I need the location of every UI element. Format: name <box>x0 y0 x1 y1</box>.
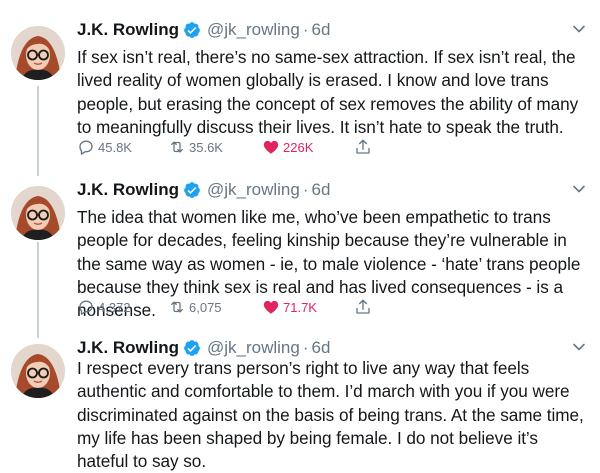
author-handle[interactable]: @jk_rowling <box>207 20 300 40</box>
retweet-icon <box>171 141 183 153</box>
author-name[interactable]: J.K. Rowling <box>77 20 179 40</box>
author-name[interactable]: J.K. Rowling <box>77 338 179 358</box>
author-name[interactable]: J.K. Rowling <box>77 180 179 200</box>
verified-badge-icon <box>183 181 201 199</box>
verified-badge-icon <box>183 339 201 357</box>
heart-icon <box>263 140 279 154</box>
separator-dot: · <box>302 338 309 357</box>
reply-button[interactable]: 45.8K <box>77 137 132 157</box>
tweet-actions: 45.8K 35.6K 226K <box>77 137 377 157</box>
retweet-button[interactable]: 6,075 <box>168 297 222 317</box>
share-icon <box>356 139 370 154</box>
chevron-down-icon[interactable] <box>572 182 586 196</box>
timestamp[interactable]: 6d <box>312 338 331 358</box>
tweet-actions: 4,372 6,075 71.7K <box>77 297 377 317</box>
tweet[interactable]: J.K. Rowling @jk_rowling · 6d I respect … <box>0 336 600 471</box>
tweet[interactable]: J.K. Rowling @jk_rowling · 6d If sex isn… <box>0 18 600 168</box>
retweet-button[interactable]: 35.6K <box>168 137 223 157</box>
avatar[interactable] <box>11 186 65 240</box>
heart-icon <box>263 300 279 314</box>
like-count: 226K <box>283 139 314 155</box>
tweet-header: J.K. Rowling @jk_rowling · 6d <box>77 178 330 202</box>
reply-count: 4,372 <box>98 299 131 315</box>
avatar[interactable] <box>11 344 65 398</box>
chevron-down-icon[interactable] <box>572 22 586 36</box>
tweet[interactable]: J.K. Rowling @jk_rowling · 6d The idea t… <box>0 178 600 328</box>
share-button[interactable] <box>354 297 375 317</box>
author-handle[interactable]: @jk_rowling <box>207 338 300 358</box>
tweet-text: If sex isn’t real, there’s no same-sex a… <box>77 47 579 137</box>
verified-badge-icon <box>183 21 201 39</box>
author-handle[interactable]: @jk_rowling <box>207 180 300 200</box>
chevron-down-icon[interactable] <box>572 340 586 354</box>
reply-button[interactable]: 4,372 <box>77 297 131 317</box>
share-button[interactable] <box>354 137 375 157</box>
retweet-count: 6,075 <box>189 299 222 315</box>
separator-dot: · <box>302 180 309 199</box>
retweet-count: 35.6K <box>189 139 223 155</box>
timestamp[interactable]: 6d <box>312 180 331 200</box>
reply-count: 45.8K <box>98 139 132 155</box>
like-count: 71.7K <box>283 299 317 315</box>
reply-icon <box>79 140 93 155</box>
tweet-text: I respect every trans person’s right to … <box>77 358 584 472</box>
tweet-header: J.K. Rowling @jk_rowling · 6d <box>77 18 330 42</box>
timestamp[interactable]: 6d <box>312 20 331 40</box>
retweet-icon <box>171 301 183 313</box>
reply-icon <box>79 300 93 315</box>
avatar[interactable] <box>11 26 65 80</box>
separator-dot: · <box>302 20 309 39</box>
like-button[interactable]: 226K <box>262 137 313 157</box>
share-icon <box>356 299 370 314</box>
like-button[interactable]: 71.7K <box>262 297 317 317</box>
